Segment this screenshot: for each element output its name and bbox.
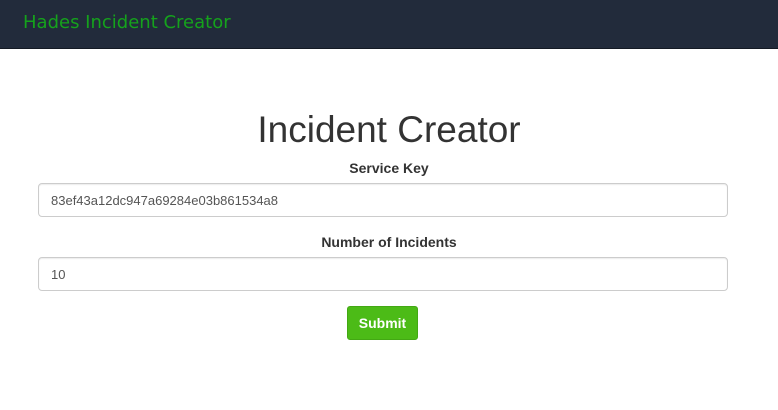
main-content: Incident Creator Service Key Number of I…: [0, 49, 778, 410]
brand-link[interactable]: Hades Incident Creator: [23, 11, 231, 35]
incident-count-label: Number of Incidents: [321, 234, 457, 250]
service-key-input[interactable]: [38, 183, 728, 217]
submit-button[interactable]: Submit: [347, 306, 418, 340]
incident-count-input[interactable]: [38, 257, 728, 291]
page-title: Incident Creator: [257, 109, 521, 150]
top-navbar: Hades Incident Creator: [0, 0, 778, 49]
service-key-label: Service Key: [349, 160, 429, 176]
